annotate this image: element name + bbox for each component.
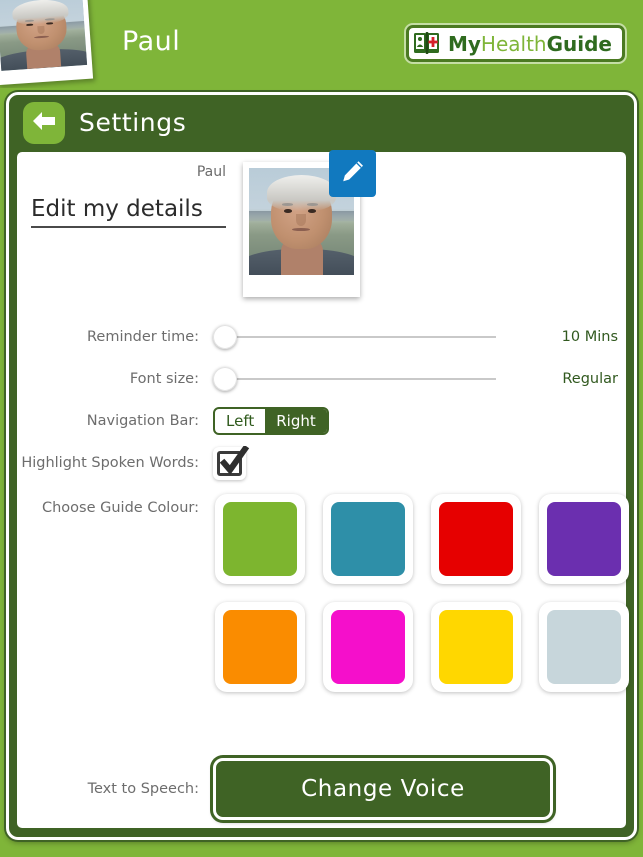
reminder-time-label: Reminder time: [86, 329, 199, 345]
guide-colour-grid [215, 494, 629, 692]
swatch-fill [331, 502, 405, 576]
highlight-spoken-words-row: Highlight Spoken Words: [17, 444, 626, 480]
colour-swatch-purple[interactable] [539, 494, 629, 584]
swatch-fill [439, 610, 513, 684]
app-header: Paul MyHealthGuide [0, 0, 643, 88]
swatch-fill [547, 502, 621, 576]
header-avatar-photo [0, 0, 88, 71]
font-size-slider[interactable] [213, 365, 496, 393]
back-button[interactable] [23, 101, 65, 144]
pencil-icon [339, 158, 366, 189]
font-size-label: Font size: [129, 371, 199, 387]
profile-photo-card[interactable] [243, 150, 376, 297]
highlight-spoken-words-checkbox[interactable] [213, 444, 250, 480]
colour-swatch-light-grey[interactable] [539, 602, 629, 692]
slider-track [221, 378, 496, 380]
navigation-bar-toggle[interactable]: Left Right [213, 407, 329, 435]
highlight-spoken-words-label: Highlight Spoken Words: [21, 455, 199, 471]
swatch-fill [223, 502, 297, 576]
swatch-fill [439, 502, 513, 576]
reminder-time-slider[interactable] [213, 323, 496, 351]
navigation-bar-label: Navigation Bar: [86, 413, 199, 429]
font-size-value: Regular [562, 371, 618, 387]
guide-colour-row: Choose Guide Colour: [17, 494, 629, 692]
colour-swatch-green[interactable] [215, 494, 305, 584]
edit-photo-button[interactable] [329, 150, 376, 197]
settings-panel: Settings Paul Edit my details Reminder t… [6, 92, 637, 840]
reminder-time-row: Reminder time: 10 Mins [17, 320, 626, 354]
colour-swatch-magenta[interactable] [323, 602, 413, 692]
settings-body: Paul Edit my details Reminder time: 10 M… [17, 150, 629, 828]
change-voice-button[interactable]: Change Voice [213, 758, 553, 820]
logo-part-guide: Guide [546, 31, 612, 56]
font-size-row: Font size: Regular [17, 362, 626, 396]
health-book-icon [413, 32, 440, 55]
navigation-bar-row: Navigation Bar: Left Right [17, 404, 626, 438]
swatch-fill [223, 610, 297, 684]
slider-thumb[interactable] [213, 325, 237, 349]
back-arrow-icon [31, 110, 57, 136]
header-user-name: Paul [122, 26, 181, 57]
swatch-fill [331, 610, 405, 684]
edit-details-row: Paul Edit my details [17, 150, 626, 312]
checkbox-checked-icon [216, 444, 250, 484]
colour-swatch-red[interactable] [431, 494, 521, 584]
swatch-fill [547, 610, 621, 684]
app-logo-text: MyHealthGuide [448, 34, 612, 54]
logo-part-my: My [447, 31, 481, 56]
app-logo: MyHealthGuide [405, 25, 625, 62]
edit-my-details-link[interactable]: Edit my details [31, 196, 226, 228]
colour-swatch-teal[interactable] [323, 494, 413, 584]
logo-part-health: Health [480, 31, 547, 56]
slider-track [221, 336, 496, 338]
edit-details-left: Paul Edit my details [31, 164, 226, 228]
toggle-option-right[interactable]: Right [265, 409, 327, 433]
page-title: Settings [79, 108, 187, 137]
toggle-option-left[interactable]: Left [215, 409, 265, 433]
reminder-time-value: 10 Mins [561, 329, 618, 345]
header-avatar[interactable] [0, 0, 94, 86]
profile-name-label: Paul [196, 164, 226, 180]
colour-swatch-orange[interactable] [215, 602, 305, 692]
text-to-speech-label: Text to Speech: [87, 781, 199, 797]
slider-thumb[interactable] [213, 367, 237, 391]
panel-title-bar: Settings [9, 95, 634, 150]
settings-rows: Reminder time: 10 Mins Font size: Regula… [17, 320, 629, 692]
colour-swatch-yellow[interactable] [431, 602, 521, 692]
text-to-speech-row: Text to Speech: Change Voice [17, 758, 626, 820]
guide-colour-label: Choose Guide Colour: [41, 500, 199, 516]
